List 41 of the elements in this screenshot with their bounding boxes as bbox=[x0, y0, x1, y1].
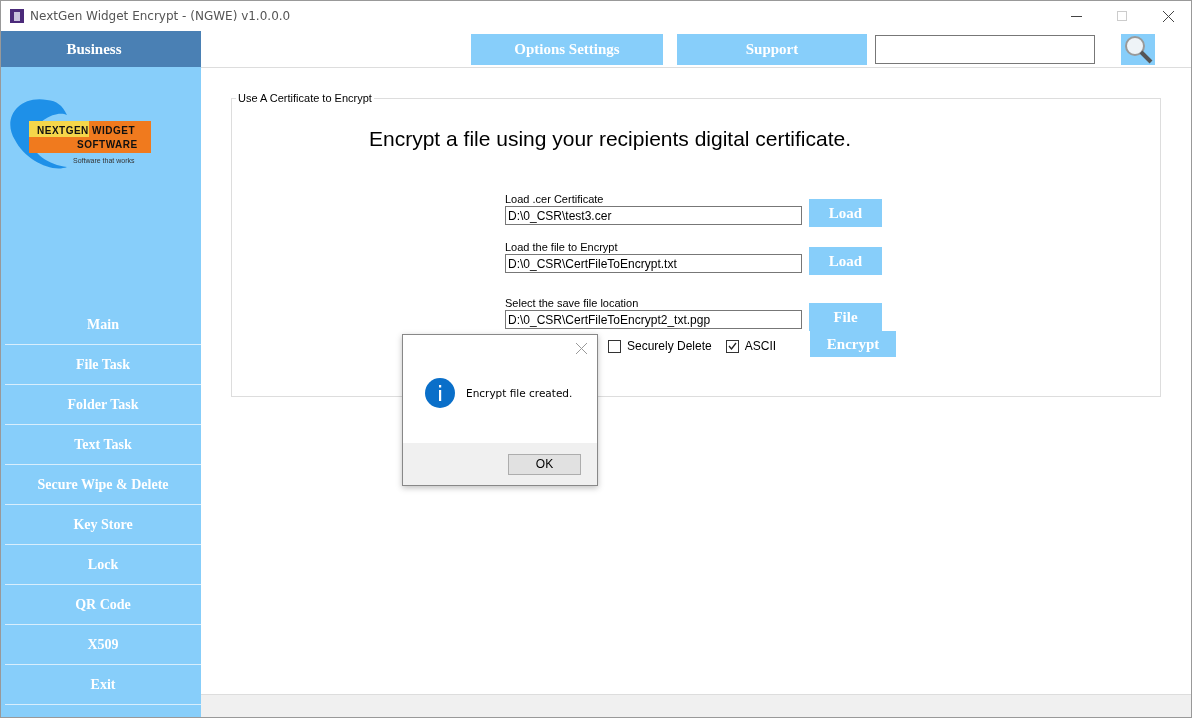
dialog-message: Encrypt file created. bbox=[466, 387, 573, 399]
sidebar-item[interactable]: Folder Task bbox=[5, 385, 201, 425]
sidebar-item[interactable]: Lock bbox=[5, 545, 201, 585]
checkbox[interactable] bbox=[725, 339, 739, 353]
logo-text: SOFTWARE bbox=[77, 139, 138, 150]
checkbox-label: ASCII bbox=[744, 339, 777, 353]
search-field[interactable] bbox=[875, 34, 1095, 64]
window-title: NextGen Widget Encrypt - (NGWE) v1.0.0.0 bbox=[30, 9, 291, 23]
app-icon bbox=[10, 9, 24, 23]
browse-button[interactable]: File bbox=[809, 303, 882, 331]
sidebar-item[interactable]: Text Task bbox=[5, 425, 201, 465]
field-label: Load .cer Certificate bbox=[505, 193, 605, 205]
search-icon bbox=[1123, 34, 1153, 64]
info-icon bbox=[425, 378, 455, 408]
checkbox-label: Securely Delete bbox=[627, 339, 712, 353]
input-field[interactable]: D:\0_CSR\CertFileToEncrypt.txt bbox=[505, 254, 802, 273]
checkbox[interactable] bbox=[608, 339, 621, 353]
browse-button[interactable]: Load bbox=[809, 247, 882, 275]
toolbar-button[interactable]: Options Settings bbox=[471, 33, 663, 65]
input-field[interactable]: D:\0_CSR\test3.cer bbox=[505, 206, 802, 225]
logo-text: NEXTGEN WIDGET bbox=[37, 125, 136, 136]
sidebar-item[interactable]: File Task bbox=[5, 345, 201, 385]
search-button[interactable] bbox=[1121, 33, 1155, 65]
field-label: Load the file to Encrypt bbox=[505, 241, 619, 253]
heading: Encrypt a file using your recipients digital certificate. bbox=[369, 127, 853, 151]
sidebar-item[interactable]: QR Code bbox=[5, 585, 201, 625]
sidebar-header: Business bbox=[1, 31, 201, 67]
sidebar-item[interactable]: Main bbox=[5, 305, 201, 345]
group-title: Use A Certificate to Encrypt bbox=[237, 92, 373, 104]
sidebar-item[interactable]: Key Store bbox=[5, 505, 201, 545]
close-icon[interactable] bbox=[1162, 10, 1174, 22]
ok-button[interactable]: OK bbox=[508, 453, 581, 475]
minimize-icon[interactable] bbox=[1070, 15, 1082, 17]
sidebar-item[interactable]: X509 bbox=[5, 625, 201, 665]
input-field[interactable]: D:\0_CSR\CertFileToEncrypt2_txt.pgp bbox=[505, 310, 802, 329]
toolbar-button[interactable]: Support bbox=[677, 33, 867, 65]
encrypt-button[interactable]: Encrypt bbox=[810, 331, 897, 357]
browse-button[interactable]: Load bbox=[809, 199, 882, 227]
sidebar-item[interactable]: Secure Wipe & Delete bbox=[5, 465, 201, 505]
sidebar-item[interactable]: Exit bbox=[5, 665, 201, 705]
field-label: Select the save file location bbox=[505, 297, 640, 309]
